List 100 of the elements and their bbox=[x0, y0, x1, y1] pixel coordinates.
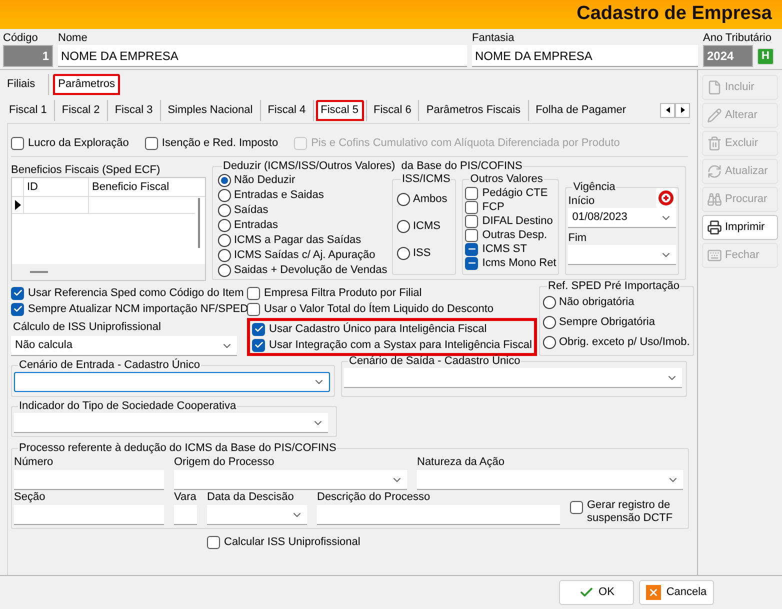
checkbox[interactable] bbox=[465, 242, 478, 256]
checkbox[interactable] bbox=[465, 186, 478, 200]
checkbox-label: Gerar registro de suspensão DCTF bbox=[587, 499, 674, 525]
tab[interactable]: Filiais bbox=[2, 74, 40, 95]
checkbox[interactable] bbox=[144, 136, 158, 150]
document-icon bbox=[707, 80, 722, 95]
tab[interactable]: Fiscal 5 bbox=[316, 100, 364, 120]
tab[interactable]: Simples Nacional bbox=[162, 100, 258, 120]
radio-label: ICMS a Pagar das Saídas bbox=[234, 233, 362, 247]
close-icon bbox=[646, 585, 662, 600]
radio-label: ISS bbox=[413, 246, 431, 260]
trash-icon bbox=[707, 136, 722, 151]
printer-icon bbox=[707, 220, 722, 235]
radio-label: Ambos bbox=[413, 192, 448, 206]
year-field[interactable]: 2024 bbox=[703, 45, 753, 67]
column-header: Beneficio Fiscal bbox=[91, 180, 170, 195]
field-label: Início bbox=[568, 194, 595, 208]
tab[interactable]: Fiscal 2 bbox=[56, 100, 105, 120]
checkbox[interactable] bbox=[252, 322, 265, 336]
text-field[interactable] bbox=[14, 470, 164, 490]
checkbox-label: Usar Integração com a Systax para Inteligência Fiscal bbox=[269, 338, 532, 352]
radio-label: Saídas bbox=[234, 203, 268, 217]
radio-button[interactable] bbox=[218, 204, 231, 216]
pencil-icon bbox=[707, 108, 722, 123]
text-field[interactable]: NOME DA EMPRESA bbox=[58, 45, 467, 67]
text-field[interactable] bbox=[174, 505, 197, 525]
checkbox[interactable] bbox=[207, 536, 220, 548]
tab[interactable]: Fiscal 1 bbox=[4, 100, 52, 120]
radio-button[interactable] bbox=[397, 192, 410, 206]
checkbox[interactable] bbox=[465, 256, 478, 270]
checkbox-label: Calcular ISS Uniprofissional bbox=[224, 535, 360, 549]
tab[interactable]: Parâmetros Fiscais bbox=[421, 100, 526, 120]
checkbox[interactable] bbox=[465, 214, 478, 228]
checkbox-label: ICMS ST bbox=[482, 242, 527, 256]
radio-button[interactable] bbox=[218, 218, 231, 232]
field-label: Fim bbox=[568, 231, 588, 245]
window-title: Cadastro de Empresa bbox=[576, 2, 772, 26]
checkbox-label: Isenção e Red. Imposto bbox=[162, 136, 278, 150]
radio-label: Entradas e Saidas bbox=[234, 188, 324, 202]
checkbox[interactable] bbox=[11, 302, 24, 316]
scroll-right-icon[interactable] bbox=[675, 102, 690, 118]
checkbox-label: Icms Mono Ret bbox=[482, 256, 556, 270]
group-title: Deduzir (ICMS/ISS/Outros Valores) da Base do PIS/COFINS bbox=[222, 160, 524, 173]
checkbox-label: Usar o Valor Total do Ítem Liquido do Desconto bbox=[264, 302, 494, 316]
checkbox[interactable] bbox=[247, 286, 260, 300]
checkbox-label: Outras Desp. bbox=[482, 228, 548, 242]
radio-button[interactable] bbox=[218, 174, 231, 186]
checkbox[interactable] bbox=[570, 501, 583, 514]
keyboard-icon bbox=[707, 248, 722, 263]
tab[interactable]: Folha de Pagamer bbox=[530, 100, 632, 120]
checkbox[interactable] bbox=[465, 200, 478, 214]
radio-button[interactable] bbox=[218, 248, 231, 262]
radio-button[interactable] bbox=[218, 264, 231, 276]
text-field[interactable]: NOME DA EMPRESA bbox=[472, 45, 698, 67]
checkbox-label: Sempre Atualizar NCM importação NF/SPED bbox=[28, 302, 248, 316]
field-label: Seção bbox=[14, 490, 46, 505]
group-title: Indicador do Tipo de Sociedade Cooperativa bbox=[18, 400, 238, 413]
vertical-scrollbar bbox=[198, 198, 200, 248]
radio-label: Entradas bbox=[234, 218, 278, 232]
radio-button[interactable] bbox=[218, 234, 231, 246]
field-label: Cálculo de ISS Uniprofissional bbox=[12, 320, 162, 334]
checkbox[interactable] bbox=[11, 286, 24, 300]
radio-label: Obrig. exceto p/ Uso/Imob. bbox=[559, 335, 690, 349]
radio-button[interactable] bbox=[397, 220, 410, 232]
radio-button[interactable] bbox=[218, 188, 231, 202]
tab[interactable]: Fiscal 4 bbox=[262, 100, 311, 120]
radio-button[interactable] bbox=[397, 246, 410, 260]
field-label: Vara bbox=[174, 490, 197, 505]
tab[interactable]: Fiscal 3 bbox=[110, 100, 158, 120]
group-title: ISS/ICMS bbox=[401, 173, 452, 186]
scroll-left-icon[interactable] bbox=[660, 102, 675, 118]
row-pointer-icon bbox=[14, 200, 20, 210]
code-field[interactable]: 1 bbox=[3, 45, 53, 67]
radio-button[interactable] bbox=[543, 296, 556, 308]
checkbox-label: Pedágio CTE bbox=[482, 186, 548, 200]
field-label: Número bbox=[14, 455, 54, 470]
checkbox[interactable] bbox=[465, 228, 478, 242]
tab[interactable]: Fiscal 6 bbox=[368, 100, 416, 120]
checkbox[interactable] bbox=[247, 302, 260, 316]
tab[interactable]: Parâmetros bbox=[53, 74, 120, 95]
text-field[interactable] bbox=[14, 505, 164, 525]
radio-label: ICMS bbox=[413, 219, 440, 233]
text-field[interactable] bbox=[317, 505, 560, 525]
cancel-button[interactable]: Cancela bbox=[639, 580, 714, 605]
radio-button[interactable] bbox=[543, 336, 556, 348]
toolbar-button[interactable]: Imprimir bbox=[702, 215, 778, 240]
checkbox[interactable] bbox=[11, 136, 24, 150]
checkbox-label: DIFAL Destino bbox=[482, 214, 553, 228]
ok-button[interactable]: OK bbox=[559, 580, 634, 605]
checkbox[interactable] bbox=[252, 338, 265, 352]
radio-button[interactable] bbox=[543, 316, 556, 328]
dropdown[interactable] bbox=[14, 372, 330, 392]
radio-label: Sempre Obrigatória bbox=[559, 315, 655, 329]
dropdown[interactable]: Não calcula bbox=[11, 336, 237, 356]
group-title: Processo referente à dedução do ICMS da Base do PIS/COFINS bbox=[18, 442, 338, 455]
dropdown[interactable]: 01/08/2023 bbox=[568, 208, 676, 228]
group-title: Cenário de Saída - Cadastro Único bbox=[348, 355, 522, 368]
field-label: Descrição do Processo bbox=[317, 490, 432, 505]
add-button[interactable] bbox=[656, 188, 676, 208]
table-title: Beneficios Fiscais (Sped ECF) bbox=[11, 163, 162, 177]
